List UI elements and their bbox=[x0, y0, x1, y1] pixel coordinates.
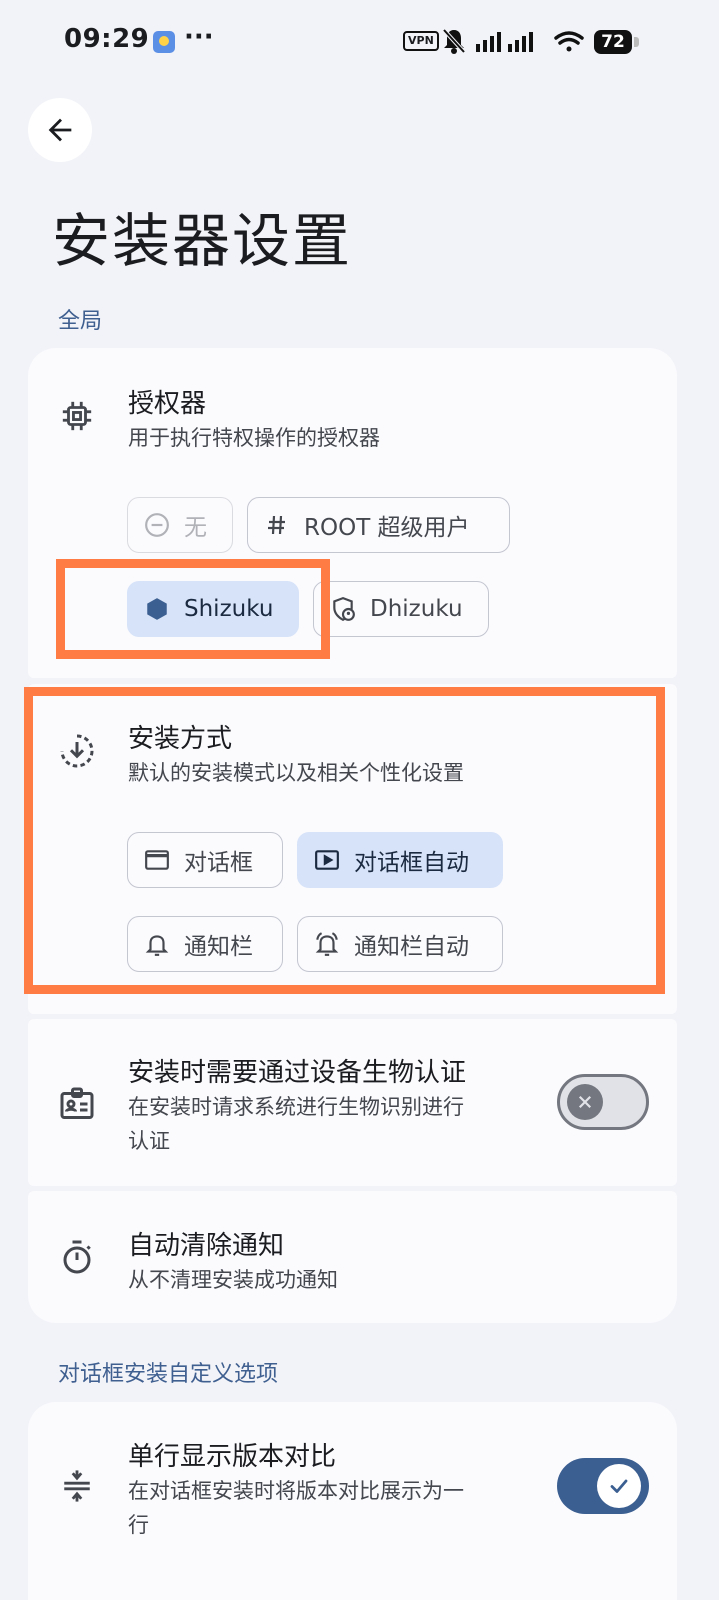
badge-icon bbox=[57, 1084, 97, 1124]
signal-icon bbox=[476, 32, 533, 52]
hash-icon bbox=[264, 512, 290, 538]
chip-label: 无 bbox=[184, 515, 207, 541]
more-notifications-icon: ··· bbox=[184, 22, 214, 52]
biometric-subtitle-line1: 在安装时请求系统进行生物识别进行 bbox=[128, 1095, 464, 1119]
timer-icon bbox=[57, 1237, 97, 1277]
single-line-compare-subtitle-line1: 在对话框安装时将版本对比展示为一 bbox=[128, 1479, 464, 1503]
auto-clear-subtitle: 从不清理安装成功通知 bbox=[128, 1268, 338, 1292]
section-label-global: 全局 bbox=[58, 309, 103, 334]
authorizer-option-root[interactable]: ROOT 超级用户 bbox=[247, 497, 510, 553]
chip-label: ROOT 超级用户 bbox=[304, 515, 470, 541]
mute-bell-icon bbox=[442, 28, 466, 54]
highlight-shizuku bbox=[56, 559, 330, 659]
authorizer-option-none[interactable]: 无 bbox=[127, 497, 233, 553]
vpn-icon: VPN bbox=[403, 31, 439, 51]
status-time: 09:29 bbox=[64, 24, 150, 54]
arrow-back-icon bbox=[48, 118, 72, 142]
authorizer-title: 授权器 bbox=[128, 389, 207, 419]
single-line-compare-subtitle-line2: 行 bbox=[128, 1513, 149, 1537]
page-title: 安装器设置 bbox=[52, 207, 353, 275]
auto-clear-card[interactable] bbox=[28, 1191, 677, 1323]
biometric-title: 安装时需要通过设备生物认证 bbox=[128, 1058, 467, 1088]
authorizer-option-dhizuku[interactable]: Dhizuku bbox=[313, 581, 489, 637]
battery-tip bbox=[634, 37, 639, 47]
app-notification-icon bbox=[153, 31, 175, 53]
compress-vertical-icon bbox=[57, 1466, 97, 1506]
close-icon bbox=[567, 1084, 603, 1120]
single-line-compare-title: 单行显示版本对比 bbox=[128, 1442, 337, 1472]
biometric-toggle[interactable] bbox=[557, 1074, 649, 1130]
back-button[interactable] bbox=[28, 98, 92, 162]
section-label-dialog: 对话框安装自定义选项 bbox=[58, 1362, 279, 1387]
wifi-icon bbox=[554, 31, 584, 52]
highlight-install-mode bbox=[24, 687, 665, 994]
minus-circle-icon bbox=[144, 512, 170, 538]
single-line-compare-toggle[interactable] bbox=[557, 1458, 649, 1514]
authorizer-subtitle: 用于执行特权操作的授权器 bbox=[128, 426, 380, 450]
biometric-subtitle-line2: 认证 bbox=[128, 1129, 170, 1153]
shield-person-icon bbox=[330, 596, 356, 622]
chip-icon bbox=[57, 396, 97, 436]
auto-clear-title: 自动清除通知 bbox=[128, 1231, 285, 1261]
chip-label: Dhizuku bbox=[370, 596, 463, 622]
battery-icon: 72 bbox=[594, 30, 632, 54]
status-icons bbox=[442, 28, 584, 54]
check-icon bbox=[597, 1464, 641, 1508]
